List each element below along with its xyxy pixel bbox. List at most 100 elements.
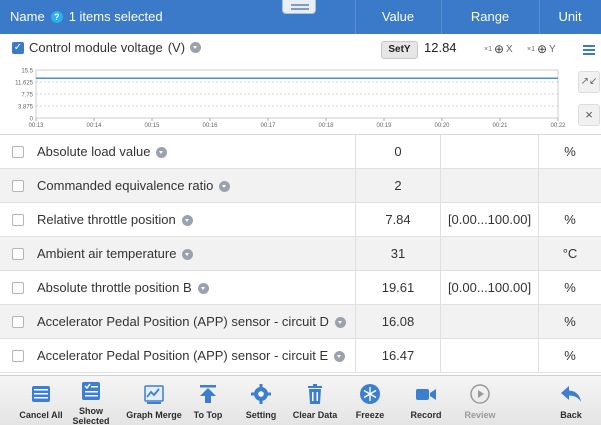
chevron-down-icon[interactable] [190, 42, 202, 53]
parameter-range [441, 169, 539, 203]
show-selected-button[interactable]: Show Selected [66, 376, 116, 425]
cancel-all-icon [32, 386, 50, 402]
freeze-icon [360, 384, 380, 404]
chevron-down-icon[interactable] [197, 282, 209, 294]
table-row[interactable]: Absolute throttle position B 19.61 [0.00..… [0, 271, 601, 305]
set-y-button[interactable]: SetY [381, 41, 418, 59]
parameter-unit [539, 169, 601, 203]
row-checkbox[interactable] [12, 282, 24, 294]
parameter-unit: % [564, 348, 576, 363]
parameter-name: Commanded equivalence ratio [37, 178, 214, 193]
expand-icon[interactable]: ↗↙ [578, 71, 600, 93]
row-checkbox[interactable] [12, 248, 24, 260]
graph-parameter-name: Control module voltage [29, 40, 163, 55]
review-icon [470, 384, 490, 404]
chevron-down-icon[interactable] [182, 248, 194, 260]
row-checkbox[interactable] [12, 214, 24, 226]
record-label: Record [410, 410, 442, 420]
table-row[interactable]: Ambient air temperature 31 °C [0, 237, 601, 271]
record-button[interactable]: Record [401, 376, 451, 425]
zoom-x-button[interactable]: ×1 ⊕ X [484, 42, 513, 56]
parameter-unit: % [564, 280, 576, 295]
x-tick-label: 00:19 [376, 123, 392, 129]
graph-panel: ✓ Control module voltage (V) SetY 12.84 … [0, 34, 601, 135]
parameter-range [441, 339, 539, 373]
parameter-value: 16.47 [355, 339, 441, 373]
freeze-button[interactable]: Freeze [345, 376, 395, 425]
y-tick-label: 0 [30, 117, 34, 123]
menu-icon[interactable] [583, 45, 595, 55]
chevron-down-icon[interactable] [219, 180, 231, 192]
checked-checkbox[interactable]: ✓ [12, 41, 24, 54]
parameter-name: Accelerator Pedal Position (APP) sensor … [37, 314, 329, 329]
close-icon[interactable]: × [578, 104, 600, 126]
table-row[interactable]: Accelerator Pedal Position (APP) sensor … [0, 339, 601, 373]
record-icon [416, 389, 436, 400]
parameter-value: 31 [355, 237, 441, 271]
name-column-header[interactable]: Name ? 1 items selected [10, 0, 163, 34]
parameter-name: Absolute throttle position B [37, 280, 192, 295]
clear-data-button[interactable]: Clear Data [290, 376, 340, 425]
review-button[interactable]: Review [455, 376, 505, 425]
graph-current-value: 12.84 [424, 40, 457, 55]
y-tick-label: 7.75 [21, 93, 33, 99]
parameter-unit: % [564, 314, 576, 329]
x-tick-label: 00:15 [144, 123, 160, 129]
voltage-line-chart: 15.5 11.625 7.75 3.875 000:13 00:14 00:15 00:16… [15, 69, 566, 130]
setting-button[interactable]: Setting [236, 376, 286, 425]
back-button[interactable]: Back [546, 376, 596, 425]
parameter-range [441, 135, 539, 169]
zoom-y-label: Y [549, 43, 556, 55]
pull-down-handle[interactable] [282, 0, 316, 14]
chevron-down-icon[interactable] [334, 350, 346, 362]
chevron-down-icon[interactable] [156, 146, 168, 158]
selection-count: 1 items selected [68, 9, 163, 24]
zoom-in-icon: ⊕ [493, 42, 505, 56]
parameter-range [441, 305, 539, 339]
parameter-unit: % [564, 144, 576, 159]
graph-merge-icon [144, 385, 164, 404]
zoom-x-label: X [506, 43, 513, 55]
cancel-all-button[interactable]: Cancel All [16, 376, 66, 425]
table-row[interactable]: Commanded equivalence ratio 2 [0, 169, 601, 203]
x-tick-label: 00:21 [492, 123, 508, 129]
help-icon[interactable]: ? [50, 11, 63, 23]
parameter-name: Accelerator Pedal Position (APP) sensor … [37, 348, 329, 363]
to-top-button[interactable]: To Top [183, 376, 233, 425]
graph-merge-button[interactable]: Graph Merge [126, 376, 182, 425]
parameter-range [441, 237, 539, 271]
x-tick-label: 00:14 [86, 123, 102, 129]
parameter-unit: % [564, 212, 576, 227]
row-checkbox[interactable] [12, 316, 24, 328]
row-checkbox[interactable] [12, 180, 24, 192]
graph-title: ✓ Control module voltage (V) [12, 40, 202, 55]
setting-label: Setting [245, 410, 277, 420]
cancel-all-label: Cancel All [19, 410, 63, 420]
range-column-header: Range [470, 9, 510, 24]
parameter-value: 2 [355, 169, 441, 203]
row-checkbox[interactable] [12, 146, 24, 158]
x-tick-label: 00:20 [434, 123, 450, 129]
parameter-name-cell: Absolute throttle position B [37, 271, 209, 305]
table-row[interactable]: Absolute load value 0% [0, 135, 601, 169]
zoom-y-button[interactable]: ×1 ⊕ Y [527, 42, 556, 56]
chevron-down-icon[interactable] [181, 214, 193, 226]
parameter-range: [0.00...100.00] [441, 271, 539, 305]
graph-parameter-unit: (V) [167, 40, 186, 55]
clear-data-icon [308, 384, 322, 404]
parameter-value: 7.84 [355, 203, 441, 237]
table-row[interactable]: Relative throttle position 7.84 [0.00...10… [0, 203, 601, 237]
parameter-name-cell: Relative throttle position [37, 203, 193, 237]
x-tick-label: 00:22 [550, 123, 566, 129]
x-tick-label: 00:17 [260, 123, 276, 129]
parameter-name-cell: Ambient air temperature [37, 237, 194, 271]
parameter-range: [0.00...100.00] [441, 203, 539, 237]
parameter-value: 16.08 [355, 305, 441, 339]
parameter-name: Absolute load value [37, 144, 151, 159]
name-label: Name [10, 9, 45, 24]
table-row[interactable]: Accelerator Pedal Position (APP) sensor … [0, 305, 601, 339]
row-checkbox[interactable] [12, 350, 24, 362]
y-tick-label: 15.5 [21, 69, 33, 75]
back-icon [561, 386, 581, 402]
chevron-down-icon[interactable] [334, 316, 346, 328]
